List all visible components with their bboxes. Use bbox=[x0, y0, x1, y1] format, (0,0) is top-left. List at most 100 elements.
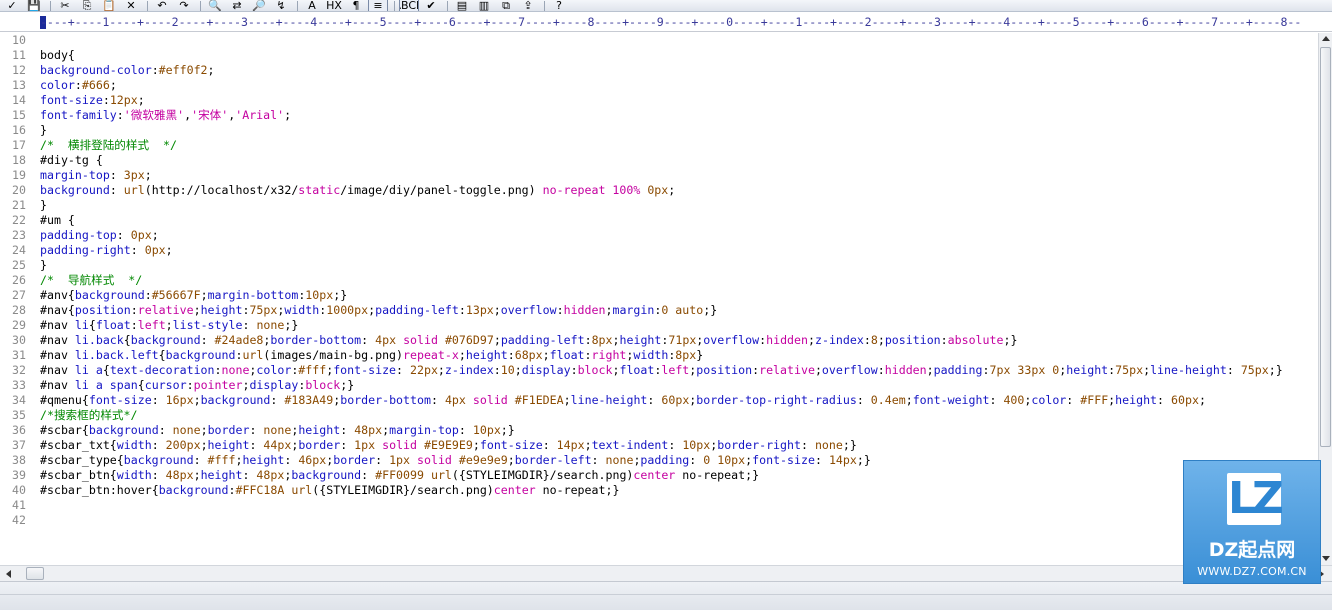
code-token: font-size bbox=[333, 363, 397, 377]
horizontal-scroll-thumb[interactable] bbox=[26, 567, 44, 580]
code-token: #eff0f2 bbox=[158, 63, 208, 77]
code-token: 75px bbox=[249, 303, 278, 317]
code-line[interactable]: #um { bbox=[40, 213, 1318, 228]
code-token: width bbox=[633, 348, 669, 362]
save-icon[interactable]: 💾 bbox=[24, 0, 44, 11]
code-line[interactable]: #nav li.back{background: #24ade8; border-… bbox=[40, 333, 1318, 348]
code-editor[interactable]: 10 11 12 13 14 15 16 17 18 19 20 21 22 23 24 25 26 27 28 29… bbox=[0, 33, 1318, 565]
find-next-icon[interactable]: ↯ bbox=[271, 0, 291, 11]
code-line[interactable]: #qmenu{font-size: 16px;background: #183A… bbox=[40, 393, 1318, 408]
code-line[interactable]: font-family:'微软雅黑','宋体','Arial'; bbox=[40, 108, 1318, 123]
copy-doc-icon[interactable]: ⧉ bbox=[496, 0, 516, 11]
code-token: relative bbox=[759, 363, 815, 377]
code-token: url bbox=[430, 468, 452, 482]
vertical-scroll-thumb[interactable] bbox=[1320, 47, 1331, 447]
line-number: 20 bbox=[12, 183, 26, 197]
code-line[interactable]: #anv{background:#56667F;margin-bottom:10… bbox=[40, 288, 1318, 303]
check-icon[interactable]: ✓ bbox=[2, 0, 22, 11]
code-token: : bbox=[109, 183, 124, 197]
code-line[interactable]: padding-right: 0px; bbox=[40, 243, 1318, 258]
code-line[interactable]: color:#666; bbox=[40, 78, 1318, 93]
code-line[interactable]: background-color:#eff0f2; bbox=[40, 63, 1318, 78]
delete-icon[interactable]: ✕ bbox=[121, 0, 141, 11]
code-line[interactable]: background: url(http://localhost/x32/sta… bbox=[40, 183, 1318, 198]
cut-icon[interactable]: ✂ bbox=[55, 0, 75, 11]
document-icon[interactable]: ▤ bbox=[452, 0, 472, 11]
code-line[interactable]: #nav{position:relative;height:75px;width… bbox=[40, 303, 1318, 318]
code-token: ({STYLEIMGDIR}/search.png) bbox=[312, 483, 494, 497]
hex-icon[interactable]: HX bbox=[324, 0, 344, 11]
code-token: : bbox=[74, 78, 82, 92]
code-line[interactable] bbox=[40, 33, 1318, 48]
code-token: #FFC18A bbox=[235, 483, 285, 497]
code-line[interactable]: #scbar_type{background: #fff; height: 46p… bbox=[40, 453, 1318, 468]
toolbar-separator bbox=[50, 1, 51, 11]
spellcheck-icon[interactable]: ✔ bbox=[421, 0, 441, 11]
code-line[interactable]: #nav li{float:left;list-style: none;} bbox=[40, 318, 1318, 333]
find-icon[interactable]: 🔍 bbox=[205, 0, 225, 11]
code-token: none bbox=[814, 438, 843, 452]
code-token: ; bbox=[814, 363, 822, 377]
code-token: text-decoration bbox=[109, 363, 215, 377]
code-line[interactable]: padding-top: 0px; bbox=[40, 228, 1318, 243]
code-token: z-index bbox=[444, 363, 494, 377]
code-line[interactable]: /* 导航样式 */ bbox=[40, 273, 1318, 288]
scroll-up-icon[interactable] bbox=[1322, 36, 1330, 41]
redo-icon[interactable]: ↷ bbox=[174, 0, 194, 11]
code-line[interactable]: #scbar_btn:hover{background:#FFC18A url(… bbox=[40, 483, 1318, 498]
undo-icon[interactable]: ↶ bbox=[152, 0, 172, 11]
code-line[interactable]: #nav li a span{cursor:pointer;display:bl… bbox=[40, 378, 1318, 393]
code-line[interactable]: } bbox=[40, 258, 1318, 273]
paste-icon[interactable]: 📋 bbox=[99, 0, 119, 11]
code-token: 14px bbox=[828, 453, 857, 467]
code-token: ; bbox=[612, 333, 620, 347]
code-token: ;} bbox=[842, 438, 857, 452]
code-line[interactable]: } bbox=[40, 198, 1318, 213]
code-line[interactable]: body{ bbox=[40, 48, 1318, 63]
help-pointer-icon[interactable]: ? bbox=[549, 0, 569, 11]
code-token: 10 bbox=[500, 363, 515, 377]
code-token: float bbox=[95, 318, 131, 332]
word-wrap-icon[interactable]: ¶ bbox=[346, 0, 366, 11]
code-token: display bbox=[521, 363, 571, 377]
code-line[interactable]: #scbar_btn{width: 48px;height: 48px;back… bbox=[40, 468, 1318, 483]
scroll-left-icon[interactable] bbox=[6, 570, 11, 578]
font-icon[interactable]: A bbox=[302, 0, 322, 11]
code-line[interactable] bbox=[40, 513, 1318, 528]
export-icon[interactable]: ⇪ bbox=[518, 0, 538, 11]
code-token: background bbox=[158, 483, 229, 497]
code-line[interactable]: #scbar{background: none;border: none;hei… bbox=[40, 423, 1318, 438]
code-line[interactable]: #scbar_txt{width: 200px;height: 44px;bor… bbox=[40, 438, 1318, 453]
line-numbers-icon[interactable]: ≡ bbox=[368, 0, 388, 11]
code-token: border-top-right-radius bbox=[696, 393, 857, 407]
code-line[interactable] bbox=[40, 498, 1318, 513]
horizontal-scrollbar[interactable] bbox=[0, 565, 1332, 581]
code-token: height bbox=[619, 333, 662, 347]
code-line[interactable]: font-size:12px; bbox=[40, 93, 1318, 108]
code-area[interactable]: body{background-color:#eff0f2; color:#666… bbox=[40, 33, 1318, 565]
code-line[interactable]: #nav li a{text-decoration:none;color:#ff… bbox=[40, 363, 1318, 378]
find-in-files-icon[interactable]: 🔎 bbox=[249, 0, 269, 11]
copy-icon[interactable]: ⎘ bbox=[77, 0, 97, 11]
code-line[interactable]: #diy-tg { bbox=[40, 153, 1318, 168]
code-token: : bbox=[186, 378, 194, 392]
code-line[interactable]: #nav li.back.left{background: url(images/… bbox=[40, 348, 1318, 363]
code-line[interactable]: } bbox=[40, 123, 1318, 138]
code-line[interactable]: /* 横排登陆的样式 */ bbox=[40, 138, 1318, 153]
code-token: li.back bbox=[74, 333, 124, 347]
code-token: : bbox=[144, 288, 152, 302]
code-token: position bbox=[884, 333, 941, 347]
code-token: { bbox=[137, 378, 145, 392]
code-line[interactable]: /*搜索框的样式*/ bbox=[40, 408, 1318, 423]
browser-view-icon[interactable]: ▥ bbox=[474, 0, 494, 11]
code-token: : bbox=[116, 108, 124, 122]
scroll-down-icon[interactable] bbox=[1322, 556, 1330, 561]
replace-icon[interactable]: ⇄ bbox=[227, 0, 247, 11]
code-token: height bbox=[200, 303, 243, 317]
code-token: } bbox=[696, 348, 704, 362]
code-token: border bbox=[298, 438, 341, 452]
column-mode-icon[interactable]: ABCD bbox=[399, 0, 419, 11]
code-line[interactable]: margin-top: 3px; bbox=[40, 168, 1318, 183]
code-token: } bbox=[40, 198, 47, 212]
